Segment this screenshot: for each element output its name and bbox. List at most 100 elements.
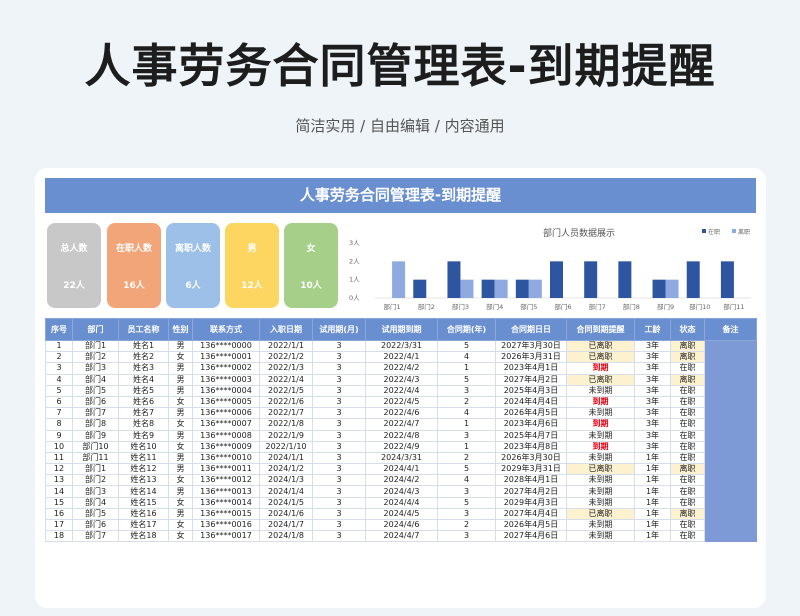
table-cell[interactable]: 2024/1/8 xyxy=(259,530,313,543)
table-cell[interactable]: 2024/1/6 xyxy=(259,507,313,521)
table-cell[interactable]: 5 xyxy=(45,384,73,397)
table-cell[interactable]: 16 xyxy=(45,507,73,521)
table-cell[interactable]: 到期 xyxy=(566,418,635,431)
table-cell[interactable]: 在职 xyxy=(670,451,705,465)
table-cell[interactable]: 2024/1/7 xyxy=(259,518,313,532)
table-cell[interactable]: 2022/1/1 xyxy=(259,339,313,353)
table-cell[interactable]: 已离职 xyxy=(566,507,635,521)
table-cell[interactable]: 男 xyxy=(168,407,193,420)
table-cell[interactable]: 2022/1/9 xyxy=(259,429,313,442)
table-cell[interactable]: 2022/3/31 xyxy=(365,339,438,353)
table-cell[interactable]: 6 xyxy=(45,395,73,409)
table-cell[interactable] xyxy=(704,518,757,532)
table-cell[interactable]: 姓名3 xyxy=(118,362,169,375)
table-cell[interactable]: 2024/4/7 xyxy=(365,530,438,543)
table-cell[interactable]: 136****0001 xyxy=(192,351,260,364)
table-cell[interactable]: 在职 xyxy=(670,362,705,375)
table-cell[interactable]: 3 xyxy=(312,362,366,375)
table-cell[interactable]: 2022/4/8 xyxy=(365,429,438,442)
table-cell[interactable] xyxy=(704,485,757,498)
table-cell[interactable]: 部门1 xyxy=(72,339,119,353)
table-cell[interactable]: 姓名15 xyxy=(118,496,169,509)
table-cell[interactable] xyxy=(704,507,757,521)
table-cell[interactable]: 17 xyxy=(45,518,73,532)
table-cell[interactable]: 姓名8 xyxy=(118,418,169,431)
table-cell[interactable]: 3 xyxy=(312,384,366,397)
table-cell[interactable]: 姓名16 xyxy=(118,507,169,521)
table-cell[interactable]: 7 xyxy=(45,407,73,420)
table-cell[interactable] xyxy=(704,474,757,487)
table-cell[interactable]: 2025年4月3日 xyxy=(495,384,567,397)
table-cell[interactable]: 2022/1/6 xyxy=(259,395,313,409)
table-cell[interactable]: 136****0017 xyxy=(192,530,260,543)
table-cell[interactable]: 3年 xyxy=(634,418,671,431)
table-cell[interactable]: 在职 xyxy=(670,429,705,442)
table-cell[interactable]: 部门8 xyxy=(72,418,119,431)
table-cell[interactable]: 在职 xyxy=(670,485,705,498)
table-cell[interactable]: 2024/1/3 xyxy=(259,474,313,487)
table-cell[interactable]: 在职 xyxy=(670,418,705,431)
table-cell[interactable]: 离职 xyxy=(670,373,705,386)
table-cell[interactable]: 部门2 xyxy=(72,474,119,487)
table-cell[interactable]: 2025年4月7日 xyxy=(495,429,567,442)
table-cell[interactable]: 未到期 xyxy=(566,384,635,397)
table-cell[interactable]: 2022/1/10 xyxy=(259,440,313,453)
table-cell[interactable]: 2027年4月2日 xyxy=(495,485,567,498)
table-cell[interactable]: 3 xyxy=(312,440,366,453)
table-cell[interactable]: 2022/1/4 xyxy=(259,373,313,386)
table-cell[interactable]: 2022/4/7 xyxy=(365,418,438,431)
table-cell[interactable]: 136****0013 xyxy=(192,485,260,498)
table-cell[interactable]: 3 xyxy=(312,463,366,476)
table-cell[interactable]: 2026年3月30日 xyxy=(495,451,567,465)
table-cell[interactable]: 在职 xyxy=(670,407,705,420)
table-cell[interactable]: 5 xyxy=(437,373,496,386)
table-cell[interactable]: 部门5 xyxy=(72,384,119,397)
table-cell[interactable]: 未到期 xyxy=(566,518,635,532)
table-cell[interactable]: 136****0007 xyxy=(192,418,260,431)
table-cell[interactable]: 已离职 xyxy=(566,463,635,476)
table-cell[interactable]: 姓名17 xyxy=(118,518,169,532)
table-cell[interactable]: 3 xyxy=(312,530,366,543)
table-cell[interactable]: 部门3 xyxy=(72,485,119,498)
table-cell[interactable]: 3 xyxy=(437,530,496,543)
table-cell[interactable]: 2029年3月31日 xyxy=(495,463,567,476)
table-cell[interactable]: 4 xyxy=(437,351,496,364)
table-cell[interactable]: 姓名14 xyxy=(118,485,169,498)
table-cell[interactable]: 3 xyxy=(437,384,496,397)
table-cell[interactable]: 男 xyxy=(168,384,193,397)
table-cell[interactable]: 1年 xyxy=(634,530,671,543)
table-cell[interactable]: 1年 xyxy=(634,496,671,509)
table-cell[interactable]: 2 xyxy=(45,351,73,364)
table-cell[interactable]: 到期 xyxy=(566,440,635,453)
table-cell[interactable]: 3年 xyxy=(634,362,671,375)
table-cell[interactable]: 未到期 xyxy=(566,496,635,509)
table-cell[interactable]: 2026年4月5日 xyxy=(495,407,567,420)
table-cell[interactable]: 部门2 xyxy=(72,351,119,364)
table-cell[interactable]: 到期 xyxy=(566,362,635,375)
table-cell[interactable]: 2026年3月31日 xyxy=(495,351,567,364)
table-cell[interactable]: 未到期 xyxy=(566,407,635,420)
table-cell[interactable]: 姓名7 xyxy=(118,407,169,420)
table-cell[interactable]: 2022/1/7 xyxy=(259,407,313,420)
table-cell[interactable]: 2024/1/2 xyxy=(259,463,313,476)
table-cell[interactable]: 2027年4月2日 xyxy=(495,373,567,386)
table-cell[interactable]: 在职 xyxy=(670,518,705,532)
table-cell[interactable]: 女 xyxy=(168,496,193,509)
table-cell[interactable]: 部门4 xyxy=(72,373,119,386)
table-cell[interactable]: 2022/1/3 xyxy=(259,362,313,375)
table-cell[interactable]: 男 xyxy=(168,463,193,476)
table-cell[interactable]: 男 xyxy=(168,451,193,465)
table-cell[interactable]: 未到期 xyxy=(566,474,635,487)
table-cell[interactable]: 136****0015 xyxy=(192,507,260,521)
table-cell[interactable]: 3 xyxy=(312,451,366,465)
table-cell[interactable]: 2024/4/4 xyxy=(365,496,438,509)
table-cell[interactable]: 部门7 xyxy=(72,407,119,420)
table-cell[interactable]: 1年 xyxy=(634,474,671,487)
table-cell[interactable]: 2023年4月1日 xyxy=(495,362,567,375)
table-cell[interactable]: 已离职 xyxy=(566,373,635,386)
table-cell[interactable] xyxy=(704,407,757,420)
table-cell[interactable]: 姓名2 xyxy=(118,351,169,364)
table-cell[interactable]: 部门1 xyxy=(72,463,119,476)
table-cell[interactable]: 3 xyxy=(312,407,366,420)
table-cell[interactable]: 姓名9 xyxy=(118,429,169,442)
